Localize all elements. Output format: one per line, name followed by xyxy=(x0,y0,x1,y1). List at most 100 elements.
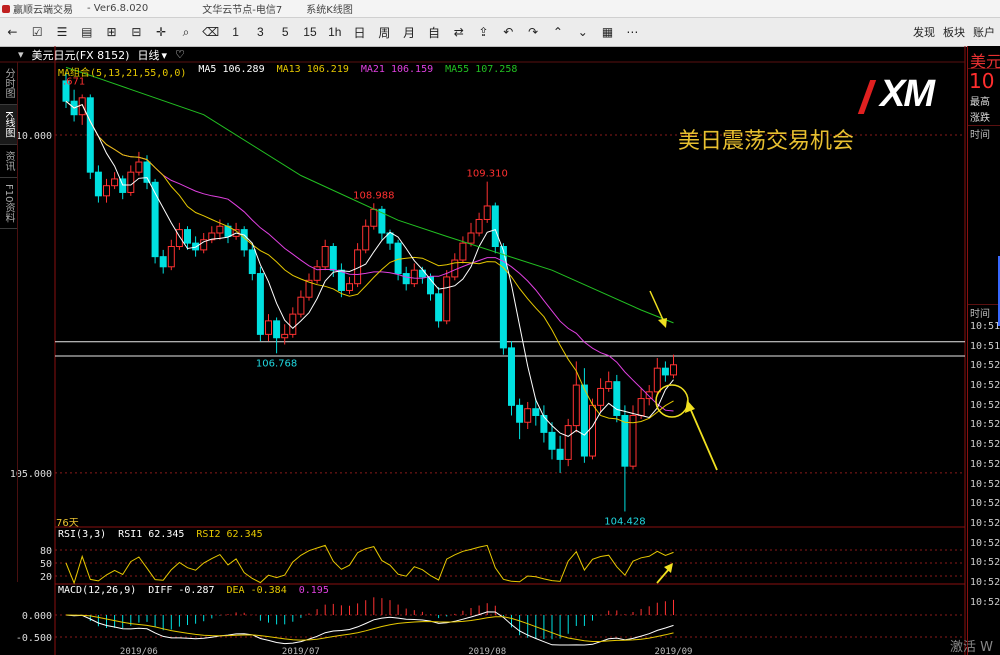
symbol-header: ▾ 美元日元(FX 8152) 日线 ▾ ♡ xyxy=(18,47,966,62)
side-high-label: 最高 xyxy=(970,97,990,108)
candle-body xyxy=(483,205,491,220)
dea-line xyxy=(65,614,674,642)
tick-time: 10:52 xyxy=(970,439,1000,451)
rsi-tick-label: 50 xyxy=(40,559,52,570)
candle-body xyxy=(491,205,499,248)
ma-group-label[interactable]: MA组合(5,13,21,55,0,0) xyxy=(58,64,186,79)
side-change-label: 涨跌 xyxy=(970,113,990,124)
candle-body xyxy=(78,97,86,116)
macd-label[interactable]: MACD(12,26,9) xyxy=(58,585,136,596)
candle-body xyxy=(548,431,556,450)
ma13-line xyxy=(65,100,674,424)
arrow-line xyxy=(656,568,670,584)
xm-logo: XM xyxy=(857,73,952,116)
period-label: 日线 xyxy=(137,48,160,62)
favorite-heart-icon[interactable]: ♡ xyxy=(175,48,185,61)
tick-time: 10:51 xyxy=(970,321,1000,332)
candle-body xyxy=(135,161,143,173)
candle-body xyxy=(516,404,524,423)
candle-body xyxy=(192,242,200,251)
candle-body xyxy=(216,225,224,234)
candle-body xyxy=(637,398,645,416)
candle-body xyxy=(346,283,353,291)
tab-intraday[interactable]: 分时图 xyxy=(0,62,17,105)
candle-body xyxy=(289,313,297,335)
candle-body xyxy=(402,273,410,285)
candle-body xyxy=(564,425,572,460)
quote-side-panel: 美元 10 最高 涨跌 时间 时间 10:51 10:51 10:52 10:52 10… xyxy=(967,46,1000,655)
symbol-name[interactable]: 美元日元(FX 8152) xyxy=(32,47,130,63)
candle-body xyxy=(532,408,540,416)
tick-time-list: 10:51 10:51 10:52 10:52 10:52 10:52 10:52 10:52… xyxy=(968,321,1000,616)
tab-f10[interactable]: F10资料 xyxy=(0,178,17,230)
date-tick-label: 2019/08 xyxy=(468,647,506,655)
candle-body xyxy=(670,364,677,376)
arrow-head-icon xyxy=(685,400,695,413)
candle-body xyxy=(94,171,102,197)
ma-legend: MA组合(5,13,21,55,0,0) MA5 106.289 MA13 10… xyxy=(58,64,529,79)
candle-body xyxy=(508,347,515,406)
candle-body xyxy=(297,296,305,315)
candle-body xyxy=(418,269,426,278)
candle-body xyxy=(159,256,167,268)
candle-body xyxy=(524,408,532,423)
tab-kline[interactable]: K线图 xyxy=(0,105,17,145)
candle-body xyxy=(337,269,345,291)
candle-body xyxy=(273,320,281,339)
candle-body xyxy=(111,178,119,187)
rsi-panel: 80 50 20 xyxy=(40,544,965,585)
ma55-value: MA55 107.258 xyxy=(445,64,518,75)
candle-body xyxy=(321,246,329,268)
macd-panel: 0.000 -0.500 xyxy=(16,597,965,646)
candle-body xyxy=(443,276,451,322)
side-time-header-2: 时间 xyxy=(968,304,1000,321)
candle-body xyxy=(467,232,475,244)
candle-body xyxy=(475,218,483,234)
date-tick-label: 2019/09 xyxy=(655,647,693,655)
side-time-header: 时间 xyxy=(968,125,1000,142)
candle-body xyxy=(597,387,605,406)
price-annotation-label: 106.768 xyxy=(256,358,297,369)
rsi-label[interactable]: RSI(3,3) xyxy=(58,529,106,540)
rsi-legend: RSI(3,3) RSI1 62.345 RSI2 62.345 xyxy=(58,529,275,540)
macd-tick-label: 0.000 xyxy=(22,611,52,622)
visible-days-count: 76天 xyxy=(56,518,79,529)
kline-chart[interactable]: 2019/06 2019/07 2019/08 2019/09 110.000105.… xyxy=(0,0,967,655)
tick-time: 10:52 xyxy=(970,360,1000,372)
side-symbol: 美元 xyxy=(968,46,1000,71)
candle-body xyxy=(256,273,264,335)
rsi2-value: RSI2 62.345 xyxy=(196,529,263,540)
tick-time: 10:52 xyxy=(970,557,1000,569)
candle-body xyxy=(143,161,151,183)
candle-body xyxy=(370,208,378,227)
tick-time: 10:52 xyxy=(970,596,1000,608)
diff-value: DIFF -0.287 xyxy=(148,585,215,596)
candle-body xyxy=(605,381,613,389)
macd-value: 0.195 xyxy=(298,585,329,596)
rsi-line xyxy=(65,544,674,585)
candle-body xyxy=(281,333,289,339)
logo-text: XM xyxy=(880,73,935,115)
price-annotation-label: 109.310 xyxy=(467,169,508,180)
tick-time: 10:52 xyxy=(970,517,1000,529)
tab-news[interactable]: 资讯 xyxy=(0,145,17,178)
candle-body xyxy=(248,249,256,275)
ma21-value: MA21 106.159 xyxy=(360,64,434,75)
tick-time: 10:51 xyxy=(970,340,1000,352)
ma5-value: MA5 106.289 xyxy=(198,64,265,75)
tick-time: 10:52 xyxy=(970,498,1000,510)
arrow-head-icon xyxy=(664,563,673,573)
candle-body xyxy=(435,293,443,322)
dropdown-arrow-icon[interactable]: ▾ xyxy=(18,48,24,61)
arrow-head-icon xyxy=(658,318,667,328)
candle-body xyxy=(645,391,653,400)
candle-body xyxy=(103,185,110,197)
period-select[interactable]: 日线 ▾ xyxy=(137,47,167,63)
activation-watermark: 激活 W xyxy=(950,640,993,655)
candle-body xyxy=(86,97,94,173)
candle-body xyxy=(589,404,596,457)
candle-body xyxy=(540,414,548,433)
account-link[interactable]: 账户 xyxy=(970,24,998,40)
macd-tick-label: -0.500 xyxy=(16,633,52,644)
candle-body xyxy=(265,320,272,335)
